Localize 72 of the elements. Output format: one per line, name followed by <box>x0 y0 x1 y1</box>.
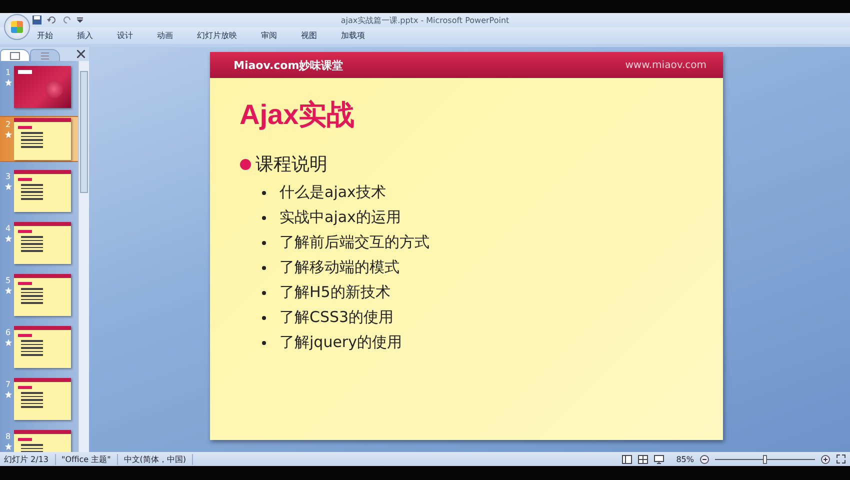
ribbon-tab[interactable]: 开始 <box>30 28 60 43</box>
close-icon[interactable] <box>77 50 85 58</box>
slide-thumbnail <box>14 274 71 316</box>
zoom-slider[interactable] <box>715 454 815 464</box>
slide-number: 8 <box>5 432 11 441</box>
bullet-dot-icon <box>240 158 250 170</box>
ribbon-tab[interactable]: 设计 <box>110 28 140 43</box>
bullet-heading: 课程说明 <box>256 153 328 176</box>
redo-icon[interactable] <box>62 15 72 25</box>
animation-star-icon <box>4 79 12 86</box>
bullet-icon <box>262 290 266 294</box>
animation-star-icon <box>4 391 12 398</box>
animation-star-icon <box>4 131 12 138</box>
bullet-icon <box>262 190 266 194</box>
normal-view-icon[interactable] <box>622 454 632 464</box>
ribbon-tab[interactable]: 加载项 <box>334 28 372 43</box>
bullet-icon <box>262 216 266 220</box>
slide-number: 6 <box>5 328 11 337</box>
slide-thumbnail <box>14 170 71 212</box>
slideshow-view-icon[interactable] <box>654 454 664 464</box>
undo-icon[interactable] <box>47 15 57 25</box>
bullet-text: 了解移动端的模式 <box>280 258 400 277</box>
slide-icon <box>10 52 20 60</box>
animation-star-icon <box>4 339 12 346</box>
bullet-text: 了解CSS3的使用 <box>280 308 394 327</box>
website-url: www.miaov.com <box>625 60 706 70</box>
fit-window-icon[interactable] <box>836 454 846 464</box>
theme-name: "Office 主题" <box>62 454 111 464</box>
grid-view-icon[interactable] <box>638 454 648 464</box>
animation-star-icon <box>4 183 12 190</box>
logo: Miaov.com妙味课堂 <box>234 58 344 72</box>
zoom-out-icon[interactable] <box>700 454 709 464</box>
slide-number: 4 <box>5 224 11 233</box>
bullet-icon <box>262 316 266 320</box>
ribbon-tab[interactable]: 审阅 <box>254 28 284 43</box>
slide-thumbnail <box>14 326 71 368</box>
slide-thumbnail <box>14 66 71 108</box>
slide-number: 1 <box>5 68 11 77</box>
slide-number: 5 <box>5 276 11 285</box>
slide-number: 7 <box>5 380 11 389</box>
slide-thumbnail <box>14 222 71 264</box>
bullet-text: 了解jquery的使用 <box>280 333 402 352</box>
bullet-icon <box>262 240 266 244</box>
zoom-slider-thumb[interactable] <box>763 454 767 464</box>
ribbon-tab[interactable]: 动画 <box>150 28 180 43</box>
outline-icon <box>40 52 50 60</box>
animation-star-icon <box>4 235 12 242</box>
animation-star-icon <box>4 443 12 450</box>
animation-star-icon <box>4 287 12 294</box>
ribbon-tab[interactable]: 幻灯片放映 <box>190 28 244 43</box>
window-title: ajax实战篇一课.pptx - Microsoft PowerPoint <box>340 14 510 26</box>
slide-number: 3 <box>5 172 11 181</box>
bullet-text: 了解H5的新技术 <box>280 283 390 302</box>
bullet-icon <box>262 266 266 270</box>
bullet-text: 实战中ajax的运用 <box>280 208 401 227</box>
dropdown-icon[interactable] <box>77 17 83 23</box>
save-icon[interactable] <box>32 15 42 25</box>
zoom-in-icon[interactable] <box>821 454 830 464</box>
bullet-text: 了解前后端交互的方式 <box>280 233 430 252</box>
slide-number: 2 <box>5 120 11 129</box>
ribbon-tab[interactable]: 插入 <box>70 28 100 43</box>
bullet-text: 什么是ajax技术 <box>280 183 386 202</box>
language: 中文(简体，中国) <box>124 454 186 464</box>
scrollbar[interactable] <box>78 61 89 452</box>
slide-title: Ajax实战 <box>240 98 356 132</box>
zoom-level[interactable]: 85% <box>676 454 694 464</box>
slide-thumbnail <box>14 378 71 420</box>
ribbon-tab[interactable]: 视图 <box>294 28 324 43</box>
slide-thumbnail <box>14 118 71 160</box>
bullet-icon <box>262 340 266 344</box>
slide-counter: 幻灯片 2/13 <box>4 454 49 464</box>
slides-tab[interactable] <box>0 49 30 61</box>
